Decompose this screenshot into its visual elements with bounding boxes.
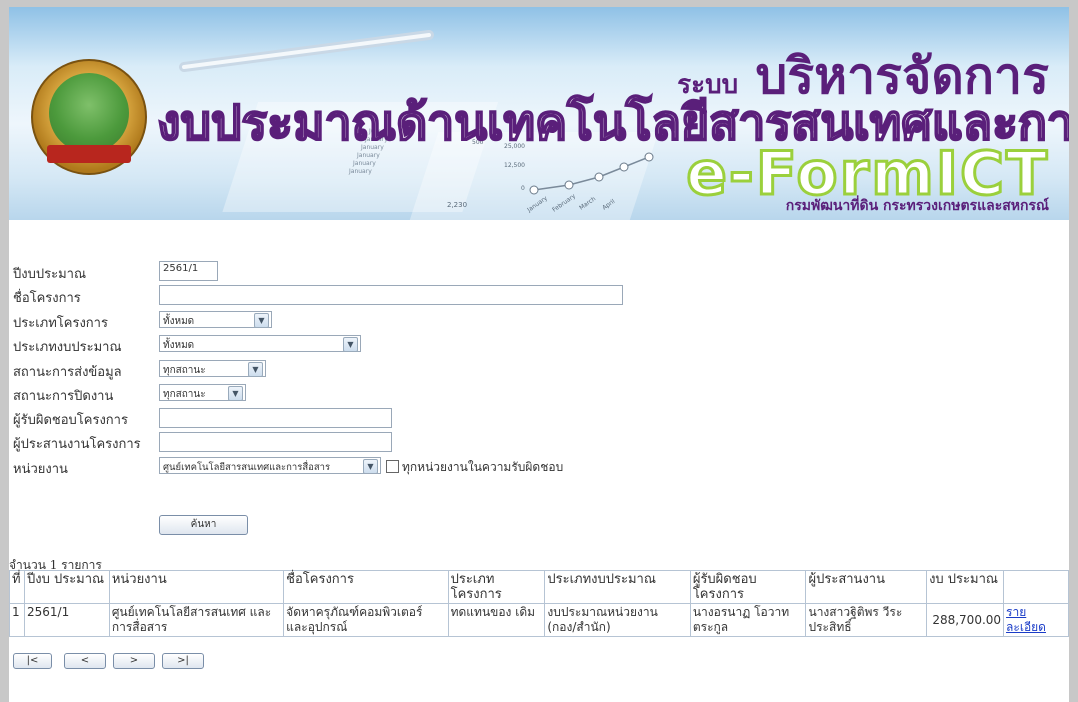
fiscal-year-label: ปีงบประมาณ (13, 267, 86, 282)
detail-link[interactable]: รายละเอียด (1006, 605, 1046, 634)
project-type-select[interactable]: ทั้งหมด ▼ (159, 311, 272, 328)
project-type-label: ประเภทโครงการ (13, 316, 108, 331)
department-seal-logo (31, 59, 147, 175)
unit-row: หน่วยงาน ศูนย์เทคโนโลยีสารสนเทศและการสื่… (9, 455, 709, 477)
project-name-label: ชื่อโครงการ (13, 291, 81, 306)
column-header: ผู้ประสานงาน (805, 570, 928, 604)
last-page-button[interactable]: >| (162, 653, 204, 669)
submit-status-label: สถานะการส่งข้อมูล (13, 365, 122, 380)
next-page-button[interactable]: > (113, 653, 155, 669)
row-unit: ศูนย์เทคโนโลยีสารสนเทศ และการสื่อสาร (108, 603, 285, 637)
svg-text:12,500: 12,500 (504, 162, 525, 169)
fiscal-year-input[interactable]: 2561/1 (159, 261, 218, 281)
budget-type-select[interactable]: ทั้งหมด ▼ (159, 335, 361, 352)
search-button[interactable]: ค้นหา (159, 515, 248, 535)
column-header: หน่วยงาน (108, 570, 285, 604)
submit-status-select[interactable]: ทุกสถานะ ▼ (159, 360, 266, 377)
svg-text:January: January (348, 168, 372, 175)
column-header: ปีงบ ประมาณ (23, 570, 110, 604)
row-budget: 288,700.00 (926, 603, 1005, 637)
unit-select[interactable]: ศูนย์เทคโนโลยีสารสนเทศและการสื่อสาร ▼ (159, 457, 381, 474)
results-table: ที่ ปีงบ ประมาณ หน่วยงาน ชื่อโครงการ ประ… (9, 570, 1069, 637)
chevron-down-icon: ▼ (343, 337, 358, 352)
chevron-down-icon: ▼ (254, 313, 269, 328)
svg-text:January: January (352, 160, 376, 167)
column-header: ชื่อโครงการ (283, 570, 449, 604)
header-banner: 25,000 12,500 0 2,230 300 500 July Janua… (9, 7, 1069, 220)
column-header (1003, 570, 1069, 604)
row-fiscal-year: 2561/1 (23, 603, 110, 637)
close-status-select[interactable]: ทุกสถานะ ▼ (159, 384, 246, 401)
banner-department: กรมพัฒนาที่ดิน กระทรวงเกษตรและสหกรณ์ (785, 198, 1049, 214)
row-responsible: นางอรนาฏ โอวาท ตระกูล (689, 603, 807, 637)
page-frame: 25,000 12,500 0 2,230 300 500 July Janua… (9, 7, 1069, 702)
all-units-checkbox[interactable] (386, 460, 399, 473)
chevron-down-icon: ▼ (248, 362, 263, 377)
coordinator-label: ผู้ประสานงานโครงการ (13, 437, 141, 452)
chevron-down-icon: ▼ (228, 386, 243, 401)
chevron-down-icon: ▼ (363, 459, 378, 473)
column-header: งบ ประมาณ (926, 570, 1005, 604)
column-header: ผู้รับผิดชอบ โครงการ (689, 570, 807, 604)
first-page-button[interactable]: |< (13, 653, 52, 669)
row-budget-type: งบประมาณหน่วยงาน (กอง/สำนัก) (544, 603, 691, 637)
table-row: 1 2561/1 ศูนย์เทคโนโลยีสารสนเทศ และการสื… (9, 603, 1069, 637)
prev-page-button[interactable]: < (64, 653, 106, 669)
table-header-row: ที่ ปีงบ ประมาณ หน่วยงาน ชื่อโครงการ ประ… (9, 570, 1069, 604)
row-number: 1 (9, 603, 25, 637)
svg-text:2,230: 2,230 (447, 201, 467, 209)
budget-type-label: ประเภทงบประมาณ (13, 340, 122, 355)
row-detail-cell: รายละเอียด (1003, 603, 1069, 637)
column-header: ที่ (9, 570, 25, 604)
responsible-input[interactable] (159, 408, 392, 428)
all-units-checkbox-label: ทุกหน่วยงานในความรับผิดชอบ (402, 460, 564, 474)
unit-label: หน่วยงาน (13, 462, 68, 477)
close-status-label: สถานะการปิดงาน (13, 389, 114, 404)
row-project-type: ทดแทนของ เดิม (447, 603, 546, 637)
responsible-label: ผู้รับผิดชอบโครงการ (13, 413, 128, 428)
column-header: ประเภทงบประมาณ (544, 570, 691, 604)
svg-text:0: 0 (521, 185, 525, 192)
coordinator-input[interactable] (159, 432, 392, 452)
column-header: ประเภท โครงการ (447, 570, 546, 604)
row-project-name: จัดหาครุภัณฑ์คอมพิวเตอร์ และอุปกรณ์ (283, 603, 449, 637)
row-coordinator: นางสาวฐิติพร วีระ ประสิทธิ์ (805, 603, 928, 637)
project-name-input[interactable] (159, 285, 623, 305)
